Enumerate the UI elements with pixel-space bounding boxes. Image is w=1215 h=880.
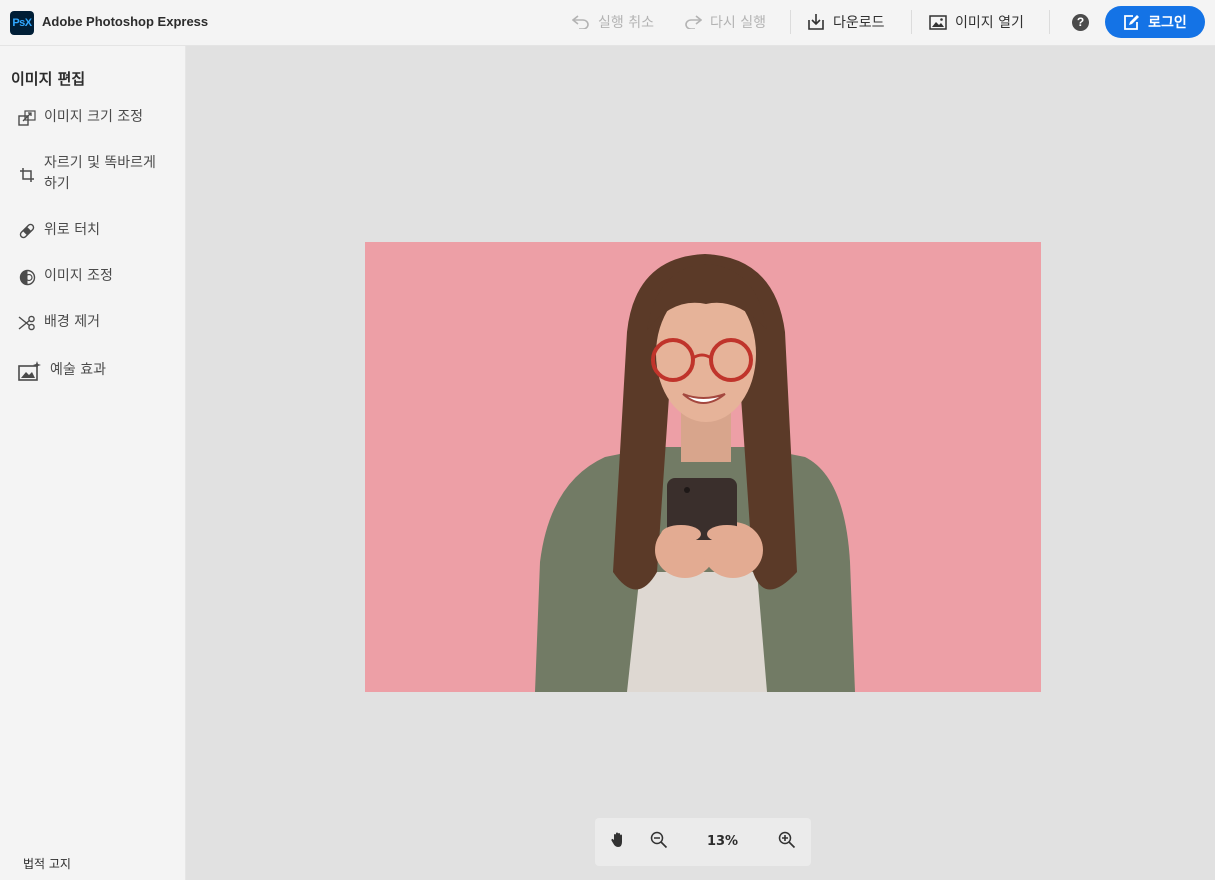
login-label: 로그인 (1148, 15, 1187, 31)
app-header: PsX Adobe Photoshop Express 실행 취소 다시 실행 … (0, 0, 1215, 46)
sidebar-item-label: 배경 제거 (44, 314, 100, 330)
sidebar-title: 이미지 편집 (11, 70, 86, 88)
sidebar-item-touch-up[interactable]: 위로 터치 (18, 220, 169, 241)
sidebar-item-remove-background[interactable]: 배경 제거 (18, 312, 169, 333)
open-image-button[interactable]: 이미지 열기 (929, 10, 1024, 34)
download-icon (807, 13, 825, 31)
sidebar-item-adjust[interactable]: 이미지 조정 (18, 266, 169, 287)
zoom-level: 13% (706, 834, 739, 849)
redo-icon (684, 13, 702, 31)
zoom-toolbar: 13% (595, 818, 811, 866)
adjust-icon (18, 268, 36, 286)
zoom-in-icon (778, 831, 796, 853)
divider (911, 10, 912, 34)
sidebar-item-label: 예술 효과 (50, 362, 106, 378)
sidebar-item-label: 이미지 조정 (44, 268, 113, 284)
undo-button[interactable]: 실행 취소 (572, 10, 654, 34)
hand-icon (611, 831, 627, 853)
resize-icon (18, 109, 36, 127)
undo-icon (572, 13, 590, 31)
zoom-out-icon (650, 831, 668, 853)
legal-notice-link[interactable]: 법적 고지 (23, 855, 71, 872)
login-button[interactable]: 로그인 (1105, 6, 1205, 38)
download-button[interactable]: 다운로드 (807, 10, 885, 34)
app-title: Adobe Photoshop Express (42, 14, 209, 29)
woman-with-phone-photo (535, 254, 855, 692)
zoom-out-button[interactable] (649, 831, 669, 853)
sidebar-item-label: 이미지 크기 조정 (44, 109, 144, 125)
open-image-label: 이미지 열기 (955, 15, 1024, 31)
sidebar-item-label: 자르기 및 똑바르게 하기 (44, 155, 156, 192)
scissors-icon (18, 314, 36, 332)
canvas-image[interactable] (365, 242, 1041, 692)
image-icon (929, 13, 947, 31)
help-icon[interactable]: ? (1072, 14, 1089, 31)
sidebar-item-label: 위로 터치 (44, 222, 100, 238)
divider (1049, 10, 1050, 34)
sidebar-item-art-effects[interactable]: 예술 효과 (18, 360, 175, 382)
download-label: 다운로드 (833, 15, 885, 31)
psx-logo: PsX (10, 11, 34, 35)
divider (790, 10, 791, 34)
bandage-icon (18, 222, 36, 240)
sidebar-item-crop[interactable]: 자르기 및 똑바르게 하기 (18, 153, 169, 195)
hand-tool-button[interactable] (609, 832, 629, 852)
art-effects-icon (18, 360, 42, 382)
login-icon (1123, 14, 1140, 30)
zoom-in-button[interactable] (777, 831, 797, 853)
sidebar: 이미지 편집 이미지 크기 조정 자르기 및 똑바르게 하기 위로 터치 이미지… (0, 46, 186, 880)
redo-button[interactable]: 다시 실행 (684, 10, 766, 34)
undo-label: 실행 취소 (598, 15, 654, 31)
crop-icon (18, 166, 36, 184)
sidebar-item-resize[interactable]: 이미지 크기 조정 (18, 107, 169, 128)
redo-label: 다시 실행 (710, 15, 766, 31)
